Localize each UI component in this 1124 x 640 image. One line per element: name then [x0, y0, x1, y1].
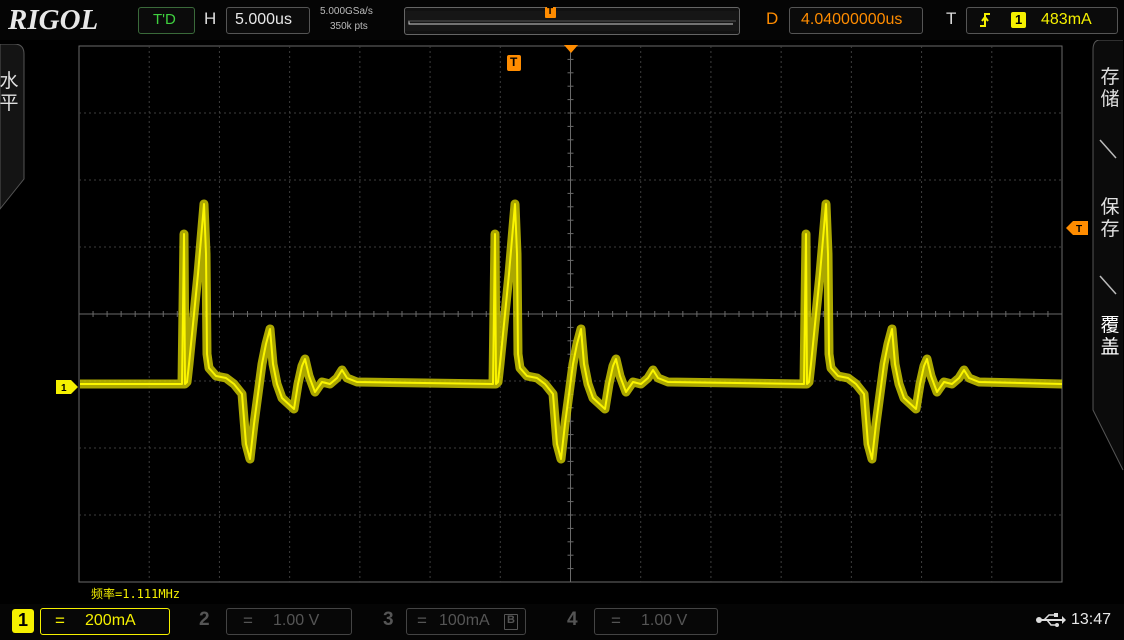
- trigger-level-marker[interactable]: T: [1066, 221, 1088, 235]
- channel-4-coupling: =: [611, 611, 621, 630]
- channel-2-coupling: =: [243, 611, 253, 630]
- channel-1-number-badge[interactable]: 1: [12, 609, 34, 633]
- graticule: [78, 45, 1063, 583]
- usb-icon: [1036, 613, 1066, 627]
- trigger-position-marker[interactable]: T: [507, 55, 521, 71]
- channel-4-scale: 1.00 V: [641, 612, 688, 629]
- channel-1-settings[interactable]: = 200mA: [40, 608, 170, 635]
- channel-1-ground-marker[interactable]: 1: [56, 380, 78, 394]
- channel-4-settings[interactable]: = 1.00 V: [594, 608, 718, 635]
- channel-3-coupling: =: [417, 611, 427, 630]
- frequency-measurement: 频率=1.111MHz: [91, 587, 181, 601]
- channel-1-coupling: =: [55, 611, 65, 630]
- svg-text:1: 1: [61, 383, 67, 394]
- channel-3-settings[interactable]: = 100mA B: [406, 608, 526, 635]
- channel-3-number[interactable]: 3: [383, 609, 394, 631]
- clock-time: 13:47: [1071, 611, 1112, 628]
- channel-4-number[interactable]: 4: [567, 609, 578, 631]
- channel-2-number[interactable]: 2: [199, 609, 210, 631]
- channel-3-bandwidth-badge: B: [504, 614, 518, 630]
- waveform-display[interactable]: [0, 0, 1124, 605]
- channel-2-settings[interactable]: = 1.00 V: [226, 608, 352, 635]
- trigger-position-arrow: [564, 45, 578, 53]
- channel-1-scale: 200mA: [85, 612, 136, 629]
- svg-text:T: T: [1076, 224, 1082, 235]
- channel-3-scale: 100mA: [439, 612, 490, 629]
- channel-2-scale: 1.00 V: [273, 612, 320, 629]
